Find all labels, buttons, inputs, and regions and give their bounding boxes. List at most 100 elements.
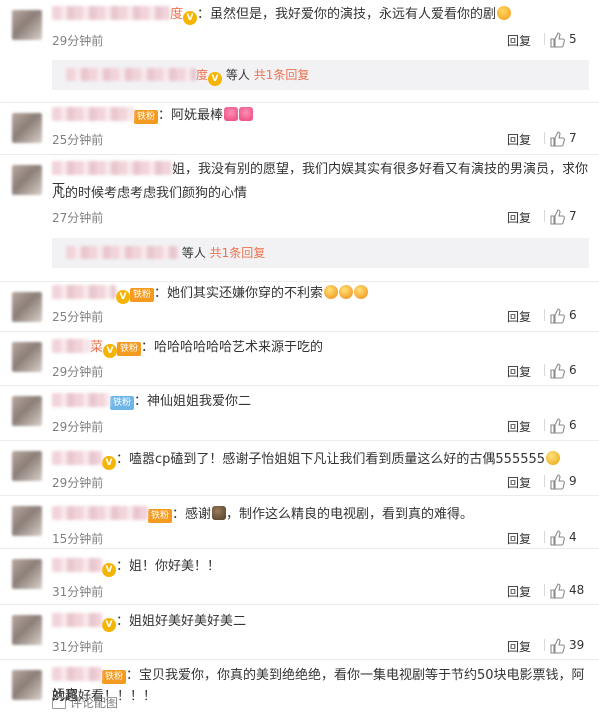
vip-crown-icon: V <box>102 456 116 470</box>
reply-button[interactable]: 回复 <box>507 209 531 226</box>
divider <box>544 33 545 45</box>
username-tail[interactable]: 菜 <box>90 340 103 355</box>
divider <box>544 364 545 376</box>
comment-time: 29分钟前 <box>52 34 104 48</box>
avatar[interactable] <box>12 670 42 700</box>
reply-who: 等人 <box>225 68 250 82</box>
like-button[interactable]: 5 <box>549 32 589 48</box>
avatar[interactable] <box>12 10 42 40</box>
comment-text: ：姐！你好美！！ <box>116 559 221 574</box>
username-tail[interactable]: 姐 <box>172 162 185 177</box>
username[interactable] <box>52 451 102 465</box>
username[interactable] <box>52 161 172 175</box>
comment-time: 31分钟前 <box>52 640 104 654</box>
avatar[interactable] <box>12 506 42 536</box>
comment-text: ：感谢 <box>172 507 212 522</box>
reply-who: 等人 <box>181 246 206 260</box>
username-tail[interactable]: 度 <box>170 7 183 22</box>
comment-item: 姐，我没有别的愿望，我们内娱其实有很多好看又有演技的男演员，求你下 凡的时候考虑… <box>0 155 599 282</box>
fan-badge: 铁粉 <box>148 509 173 523</box>
vip-crown-icon: V <box>183 11 198 25</box>
reply-button[interactable]: 回复 <box>507 583 531 600</box>
username[interactable] <box>52 667 102 681</box>
like-button[interactable]: 4 <box>549 530 589 546</box>
reply-username[interactable] <box>66 68 196 81</box>
like-count: 4 <box>569 530 577 544</box>
like-button[interactable]: 7 <box>549 209 589 225</box>
comment-item: V ：姐！你好美！！ 31分钟前 回复 48 <box>0 549 599 605</box>
fan-badge: 铁粉 <box>117 342 142 356</box>
avatar[interactable] <box>12 113 42 143</box>
avatar[interactable] <box>12 615 42 645</box>
like-button[interactable]: 7 <box>549 131 589 147</box>
comment-item: V ：姐姐好美好美好美二 31分钟前 回复 39 <box>0 605 599 660</box>
thumbs-up-icon <box>550 530 565 546</box>
thumbs-up-icon <box>550 32 565 48</box>
username[interactable] <box>52 6 170 20</box>
comment-time: 27分钟前 <box>52 211 104 225</box>
like-button[interactable]: 39 <box>549 638 589 654</box>
comment-feed: 度 V ：虽然但是，我好爱你的演技，永远有人爱看你的剧 29分钟前 回复 5 度V … <box>0 0 599 712</box>
reply-button[interactable]: 回复 <box>507 638 531 655</box>
thumbs-up-icon <box>550 308 565 324</box>
username[interactable] <box>52 285 116 299</box>
comment-time: 15分钟前 <box>52 532 104 546</box>
avatar[interactable] <box>12 451 42 481</box>
reply-summary[interactable]: 度V 等人 共1条回复 <box>52 60 589 90</box>
thumbs-up-icon <box>550 638 565 654</box>
comment-item: 度 V ：虽然但是，我好爱你的演技，永远有人爱看你的剧 29分钟前 回复 5 度V … <box>0 0 599 103</box>
username[interactable] <box>52 613 102 627</box>
avatar[interactable] <box>12 342 42 372</box>
hug-emoji-icon <box>212 506 227 520</box>
comment-image-label: 评论配图 <box>70 696 119 710</box>
username[interactable] <box>52 393 110 407</box>
reply-button[interactable]: 回复 <box>507 32 531 49</box>
like-button[interactable]: 48 <box>549 583 589 599</box>
like-count: 9 <box>569 474 577 488</box>
comment-text: ：哈哈哈哈哈哈艺术来源于吃的 <box>141 340 324 355</box>
thumbs-up-icon <box>550 474 565 490</box>
like-button[interactable]: 6 <box>549 418 589 434</box>
thumbs-up-icon <box>550 418 565 434</box>
username[interactable] <box>52 339 90 353</box>
like-button[interactable]: 6 <box>549 363 589 379</box>
avatar[interactable] <box>12 292 42 322</box>
comment-time: 31分钟前 <box>52 585 104 599</box>
comment-item: 铁粉 ：神仙姐姐我爱你二 29分钟前 回复 6 <box>0 386 599 441</box>
view-replies-link[interactable]: 共1条回复 <box>254 68 310 82</box>
comment-text-line-2: 凡的时候考虑考虑我们颜狗的心情 <box>52 186 248 201</box>
like-button[interactable]: 9 <box>549 474 589 490</box>
reply-button[interactable]: 回复 <box>507 363 531 380</box>
username[interactable] <box>52 107 134 121</box>
like-count: 5 <box>569 32 577 46</box>
avatar[interactable] <box>12 559 42 589</box>
divider <box>544 309 545 321</box>
reply-username[interactable] <box>66 246 178 259</box>
comment-time: 25分钟前 <box>52 133 104 147</box>
reply-button[interactable]: 回复 <box>507 308 531 325</box>
reply-button[interactable]: 回复 <box>507 418 531 435</box>
avatar[interactable] <box>12 165 42 195</box>
thumbs-up-icon <box>550 583 565 599</box>
vip-crown-icon: V <box>208 72 223 86</box>
vip-crown-icon: V <box>116 290 130 304</box>
reply-button[interactable]: 回复 <box>507 530 531 547</box>
username[interactable] <box>52 506 148 520</box>
like-count: 7 <box>569 209 577 223</box>
reply-button[interactable]: 回复 <box>507 131 531 148</box>
comment-item: 菜 V 铁粉 ：哈哈哈哈哈哈艺术来源于吃的 29分钟前 回复 6 <box>0 332 599 386</box>
username[interactable] <box>52 558 102 572</box>
comment-item: V ：嗑嚣cp磕到了！感谢子怡姐姐下凡让我们看到质量这么好的古偶555555 29… <box>0 441 599 496</box>
fan-badge: 铁粉 <box>130 288 155 302</box>
reply-button[interactable]: 回复 <box>507 474 531 491</box>
divider <box>544 475 545 487</box>
view-replies-link[interactable]: 共1条回复 <box>210 246 266 260</box>
heart-emoji-icon <box>239 107 254 121</box>
like-button[interactable]: 6 <box>549 308 589 324</box>
like-count: 6 <box>569 308 577 322</box>
laugh-emoji-icon <box>354 285 369 299</box>
reply-summary[interactable]: 等人 共1条回复 <box>52 238 589 268</box>
comment-time: 29分钟前 <box>52 420 104 434</box>
comment-image-link[interactable]: 评论配图 <box>52 694 118 711</box>
avatar[interactable] <box>12 396 42 426</box>
